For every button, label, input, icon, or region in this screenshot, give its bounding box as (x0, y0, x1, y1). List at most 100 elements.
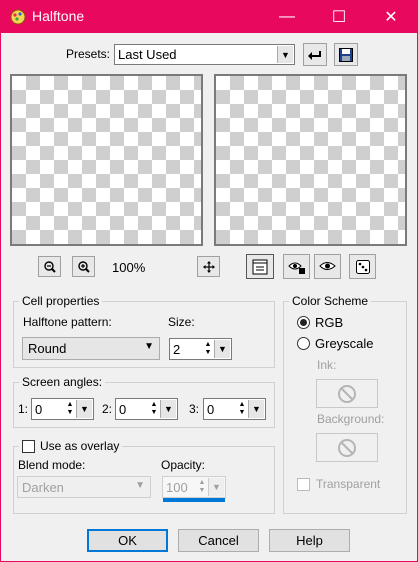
spin-up-icon: ▲ (204, 341, 212, 348)
app-icon (10, 9, 26, 25)
halftone-pattern-label: Halftone pattern: (23, 315, 112, 329)
use-as-overlay-checkbox[interactable]: Use as overlay (19, 439, 123, 453)
chevron-down-icon: ▼ (144, 341, 154, 352)
presets-dropdown[interactable]: Last Used ▼ (114, 44, 295, 65)
undo-arrow-icon (308, 50, 321, 60)
spin-down-icon: ▼ (204, 349, 212, 356)
rgb-radio-circle (297, 316, 310, 329)
proof-toggle-button[interactable] (246, 254, 274, 279)
chevron-down-icon: ▼ (76, 400, 92, 418)
title-bar: Halftone — ☐ ✕ (0, 0, 418, 33)
halftone-pattern-dropdown[interactable]: Round ▼ (22, 337, 160, 360)
angle-3-spinner[interactable]: ▲ ▼ (236, 400, 248, 418)
angle-3-field[interactable]: 0 ▲ ▼ ▼ (203, 398, 266, 420)
move-icon (202, 260, 215, 273)
angle-2-spinner[interactable]: ▲ ▼ (148, 400, 160, 418)
size-label: Size: (168, 315, 195, 329)
chevron-down-icon: ▼ (248, 400, 264, 418)
opacity-value: 100 (166, 480, 188, 495)
spin-down-icon: ▼ (66, 409, 74, 416)
zoom-in-button[interactable] (72, 256, 95, 277)
cancel-button[interactable]: Cancel (178, 529, 259, 552)
blend-mode-dropdown[interactable]: Darken ▼ (17, 476, 151, 498)
eye-icon (318, 261, 336, 270)
close-button[interactable]: ✕ (368, 0, 414, 33)
randomize-button[interactable] (349, 254, 376, 279)
size-spinner[interactable]: ▲ ▼ (202, 340, 214, 358)
original-preview[interactable] (10, 74, 203, 246)
halftone-pattern-value: Round (28, 341, 67, 356)
zoom-in-icon (77, 260, 90, 273)
window-title: Halftone (32, 8, 85, 24)
color-scheme-title: Color Scheme (289, 294, 372, 308)
rgb-radio[interactable]: RGB (297, 315, 343, 330)
angle-3-value: 0 (207, 402, 215, 417)
screen-angles-title: Screen angles: (19, 375, 106, 389)
zoom-out-icon (43, 260, 56, 273)
cell-properties-title: Cell properties (19, 294, 103, 308)
proof-button[interactable] (314, 254, 341, 279)
zoom-out-button[interactable] (38, 256, 61, 277)
opacity-field[interactable]: 100 ▲ ▼ ▼ (162, 476, 226, 498)
greyscale-label: Greyscale (315, 336, 374, 351)
background-label: Background: (317, 412, 385, 426)
size-field[interactable]: 2 ▲ ▼ ▼ (169, 338, 232, 360)
angle-2-field[interactable]: 0 ▲ ▼ ▼ (115, 398, 178, 420)
transparent-checkbox[interactable]: Transparent (297, 477, 380, 491)
maximize-button[interactable]: ☐ (316, 0, 362, 33)
chevron-down-icon: ▼ (277, 46, 293, 63)
ok-button[interactable]: OK (87, 529, 168, 552)
chevron-down-icon: ▼ (160, 400, 176, 418)
opacity-label: Opacity: (161, 458, 206, 472)
transparent-label: Transparent (316, 477, 381, 491)
spin-up-icon: ▲ (150, 401, 158, 408)
blend-mode-label: Blend mode: (18, 458, 86, 472)
ink-label: Ink: (317, 358, 337, 372)
maximize-icon: ☐ (331, 8, 347, 26)
no-color-icon (338, 384, 356, 403)
presets-label: Presets: (66, 47, 111, 61)
close-icon: ✕ (384, 8, 398, 26)
chevron-down-icon: ▼ (135, 480, 145, 491)
overlay-checkbox-box (22, 439, 35, 453)
ink-color-swatch[interactable] (316, 379, 378, 408)
rgb-label: RGB (315, 315, 344, 330)
greyscale-radio[interactable]: Greyscale (297, 336, 374, 351)
angle-1-field[interactable]: 0 ▲ ▼ ▼ (31, 398, 94, 420)
preview-window-icon (252, 259, 268, 274)
opacity-spinner[interactable]: ▲ ▼ (196, 478, 208, 496)
help-button[interactable]: Help (269, 529, 350, 552)
result-preview[interactable] (214, 74, 407, 246)
minimize-button[interactable]: — (264, 0, 310, 33)
greyscale-radio-circle (297, 337, 310, 350)
presets-value: Last Used (118, 47, 177, 62)
opacity-slider-bar[interactable] (163, 498, 225, 502)
angle-3-label: 3: (189, 402, 200, 416)
chevron-down-icon: ▼ (214, 340, 230, 358)
spin-down-icon: ▼ (150, 409, 158, 416)
reset-preset-button[interactable] (303, 43, 327, 66)
eye-lock-icon (287, 262, 305, 274)
spin-up-icon: ▲ (238, 401, 246, 408)
angle-2-label: 2: (102, 402, 113, 416)
angle-1-spinner[interactable]: ▲ ▼ (64, 400, 76, 418)
spin-up-icon: ▲ (66, 401, 74, 408)
size-value: 2 (173, 342, 181, 357)
angle-1-value: 0 (35, 402, 43, 417)
save-preset-button[interactable] (334, 43, 358, 66)
ok-label: OK (118, 533, 137, 548)
zoom-level: 100% (112, 260, 146, 275)
dice-icon (355, 259, 370, 274)
spin-down-icon: ▼ (198, 487, 206, 494)
help-label: Help (296, 533, 323, 548)
spin-up-icon: ▲ (198, 479, 206, 486)
minimize-icon: — (279, 7, 295, 25)
transparent-checkbox-box (297, 477, 310, 491)
use-as-overlay-label: Use as overlay (40, 439, 120, 453)
background-color-swatch[interactable] (316, 433, 378, 462)
auto-proof-button[interactable] (283, 254, 310, 279)
pan-button[interactable] (197, 256, 220, 277)
angle-1-label: 1: (18, 402, 29, 416)
chevron-down-icon: ▼ (208, 478, 224, 496)
cancel-label: Cancel (198, 533, 239, 548)
